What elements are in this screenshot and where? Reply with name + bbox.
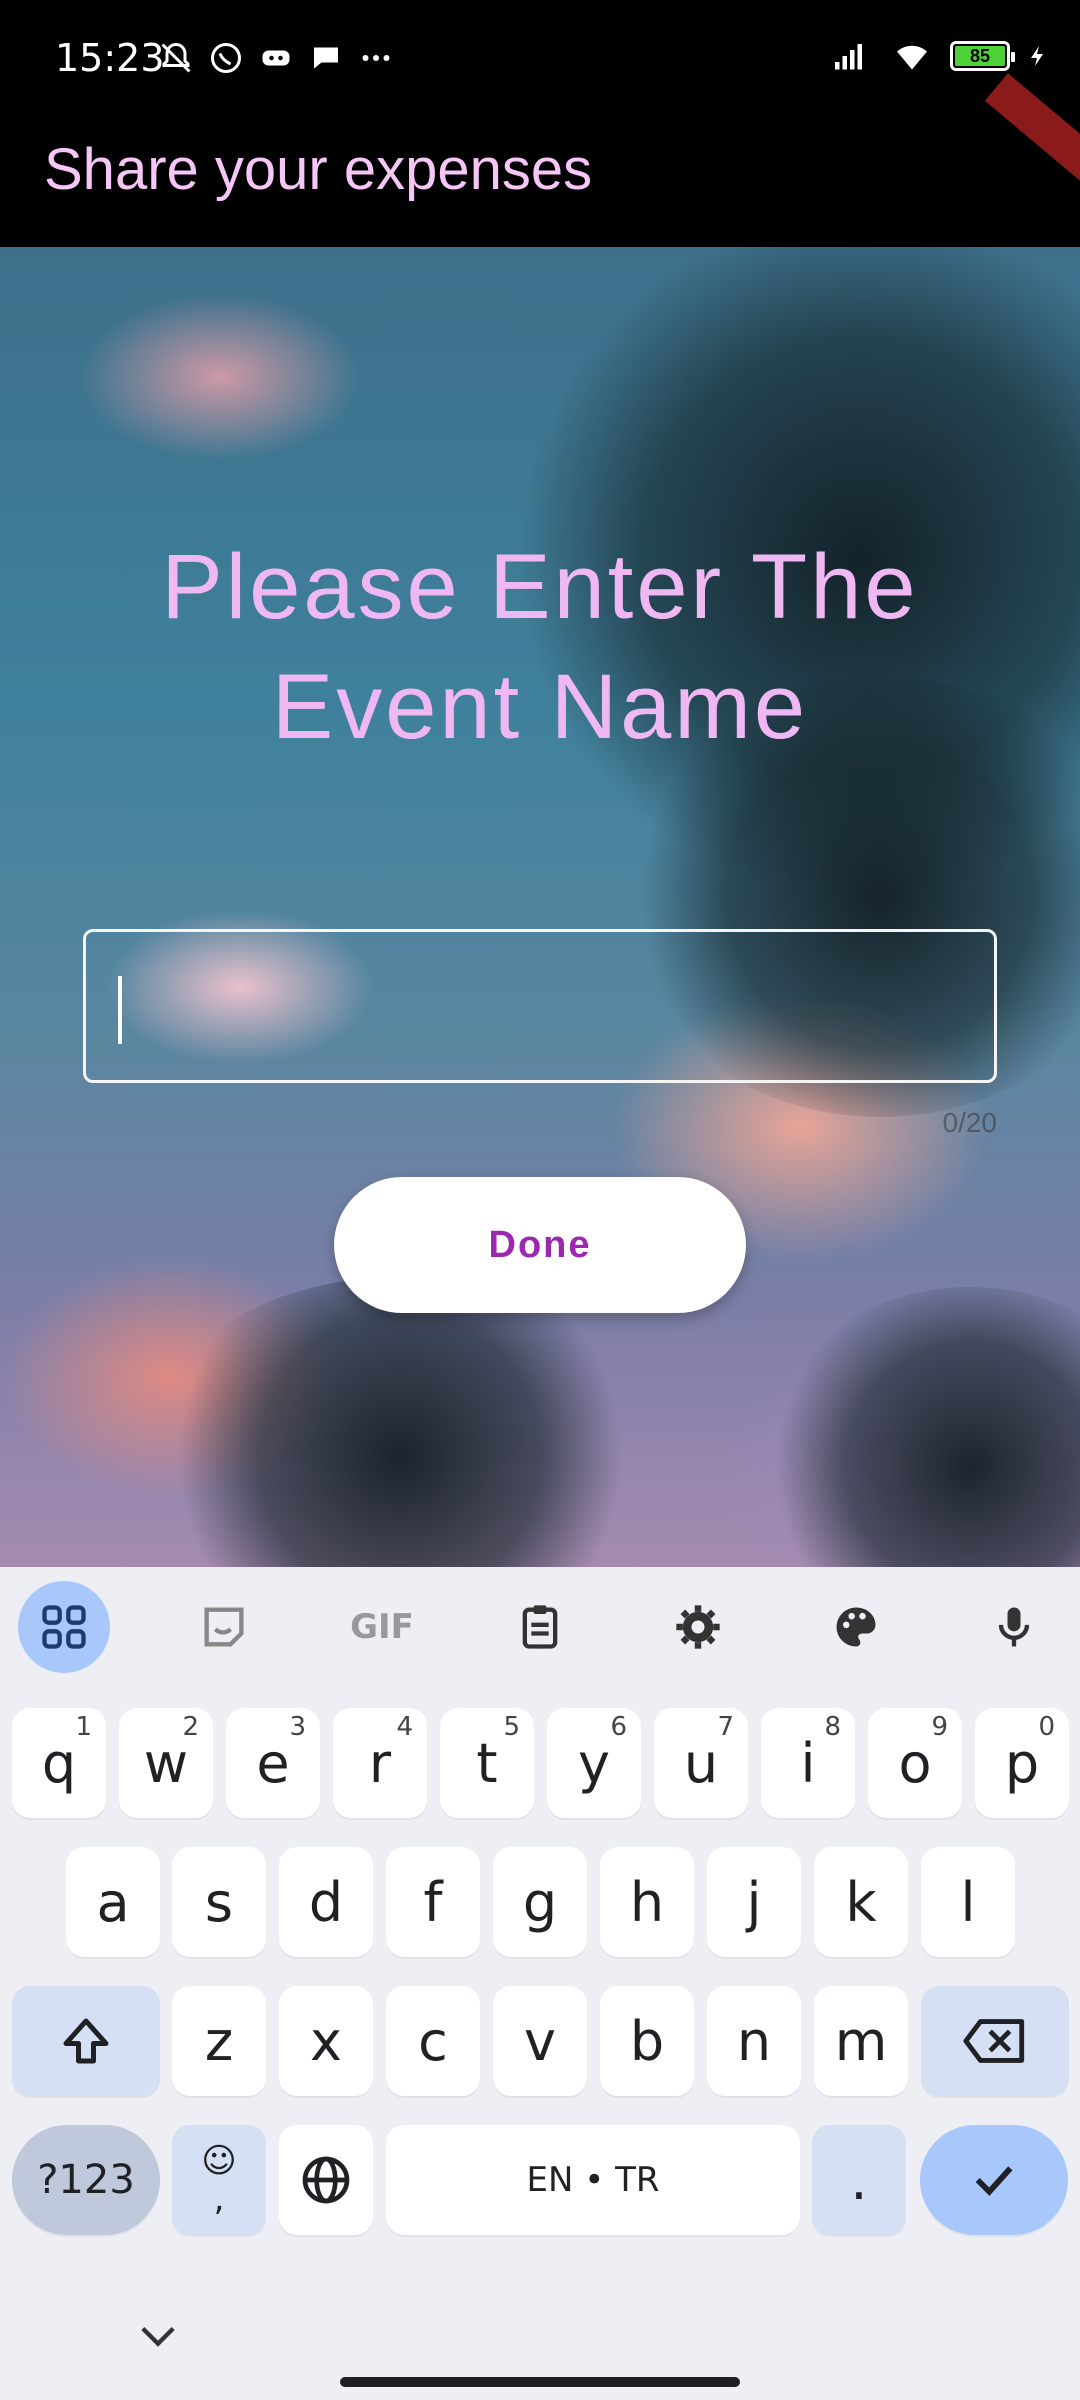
key-p[interactable]: p0	[975, 1708, 1069, 1818]
charging-icon	[1031, 46, 1043, 66]
key-label: t	[476, 1731, 498, 1795]
key-f[interactable]: f	[386, 1847, 480, 1957]
symbols-key[interactable]: ?123	[12, 2125, 160, 2235]
key-r[interactable]: r4	[333, 1708, 427, 1818]
key-o[interactable]: o9	[868, 1708, 962, 1818]
settings-icon[interactable]	[652, 1581, 744, 1673]
gif-icon[interactable]: GIF	[336, 1581, 428, 1673]
battery-level: 85	[955, 46, 1005, 66]
collapse-keyboard-button[interactable]	[130, 2307, 186, 2363]
key-label: w	[143, 1731, 189, 1795]
apps-icon[interactable]	[18, 1581, 110, 1673]
done-button[interactable]: Done	[334, 1177, 746, 1313]
globe-icon	[302, 2156, 350, 2204]
key-label: i	[800, 1731, 816, 1795]
key-label: r	[368, 1731, 392, 1795]
period-key[interactable]: .	[812, 2125, 906, 2235]
language-key[interactable]	[279, 2125, 373, 2235]
keyboard-toolbar: GIF	[0, 1567, 1080, 1687]
key-h[interactable]: h	[600, 1847, 694, 1957]
keyboard: GIF q1 w2 e3 r4 t5 y6 u7 i8 o9 p0 a s d …	[0, 1567, 1080, 2400]
key-d[interactable]: d	[279, 1847, 373, 1957]
system-icons: 85	[826, 38, 1050, 74]
key-v[interactable]: v	[493, 1986, 587, 2096]
key-hint: 6	[610, 1712, 627, 1742]
key-c[interactable]: c	[386, 1986, 480, 2096]
key-label: u	[683, 1731, 719, 1795]
key-hint: 5	[503, 1712, 520, 1742]
key-k[interactable]: k	[814, 1847, 908, 1957]
key-z[interactable]: z	[172, 1986, 266, 2096]
key-g[interactable]: g	[493, 1847, 587, 1957]
emoji-icon: ☺	[201, 2141, 237, 2181]
key-m[interactable]: m	[814, 1986, 908, 2096]
chevron-down-icon	[141, 2326, 175, 2347]
character-counter: 0/20	[942, 1107, 998, 1138]
key-y[interactable]: y6	[547, 1708, 641, 1818]
home-indicator[interactable]	[340, 2377, 740, 2387]
battery-icon: 85	[950, 41, 1015, 71]
key-i[interactable]: i8	[761, 1708, 855, 1818]
signal-icon	[835, 44, 862, 70]
text-cursor	[118, 976, 122, 1044]
more-icon	[358, 40, 394, 76]
key-x[interactable]: x	[279, 1986, 373, 2096]
game-icon	[258, 40, 294, 76]
key-j[interactable]: j	[707, 1847, 801, 1957]
key-a[interactable]: a	[66, 1847, 160, 1957]
whatsapp-icon	[208, 40, 244, 76]
space-key[interactable]: EN • TR	[386, 2125, 800, 2235]
event-name-input[interactable]	[83, 929, 997, 1083]
key-u[interactable]: u7	[654, 1708, 748, 1818]
mic-icon[interactable]	[968, 1581, 1060, 1673]
key-s[interactable]: s	[172, 1847, 266, 1957]
key-hint: 0	[1038, 1712, 1055, 1742]
chat-bubble-icon	[308, 40, 344, 76]
status-time: 15:23	[55, 36, 165, 80]
check-icon	[975, 2166, 1013, 2196]
notification-icons	[158, 40, 394, 76]
background-image: Please Enter The Event Name 0/20 Done	[0, 247, 1080, 1567]
app-title: Share your expenses	[44, 137, 593, 202]
backspace-icon	[963, 2019, 1025, 2063]
app-bar: Share your expenses	[0, 73, 1080, 247]
clipboard-icon[interactable]	[494, 1581, 586, 1673]
status-bar: 15:23 85	[0, 0, 1080, 120]
key-t[interactable]: t5	[440, 1708, 534, 1818]
key-e[interactable]: e3	[226, 1708, 320, 1818]
key-l[interactable]: l	[921, 1847, 1015, 1957]
prompt-title: Please Enter The Event Name	[161, 536, 919, 758]
key-hint: 7	[717, 1712, 734, 1742]
backspace-key[interactable]	[921, 1986, 1069, 2096]
key-b[interactable]: b	[600, 1986, 694, 2096]
palm-silhouette	[760, 1287, 1080, 1567]
key-hint: 8	[824, 1712, 841, 1742]
mute-icon	[158, 40, 194, 76]
palette-icon[interactable]	[810, 1581, 902, 1673]
key-label: p	[1004, 1731, 1040, 1795]
shift-key[interactable]	[12, 1986, 160, 2096]
wifi-icon	[897, 45, 927, 70]
sticker-icon[interactable]	[178, 1581, 270, 1673]
key-hint: 3	[289, 1712, 306, 1742]
key-hint: 1	[75, 1712, 92, 1742]
key-label: e	[256, 1731, 290, 1795]
palm-silhouette	[140, 1277, 660, 1567]
key-hint: 9	[931, 1712, 948, 1742]
emoji-comma-key[interactable]: ☺ ,	[172, 2125, 266, 2235]
shift-icon	[63, 2018, 109, 2064]
key-w[interactable]: w2	[119, 1708, 213, 1818]
comma-label: ,	[213, 2179, 225, 2219]
key-label: q	[41, 1731, 77, 1795]
key-label: o	[898, 1731, 932, 1795]
enter-key[interactable]	[920, 2125, 1068, 2235]
key-hint: 2	[182, 1712, 199, 1742]
key-label: y	[578, 1731, 610, 1795]
key-hint: 4	[396, 1712, 413, 1742]
key-n[interactable]: n	[707, 1986, 801, 2096]
key-q[interactable]: q1	[12, 1708, 106, 1818]
